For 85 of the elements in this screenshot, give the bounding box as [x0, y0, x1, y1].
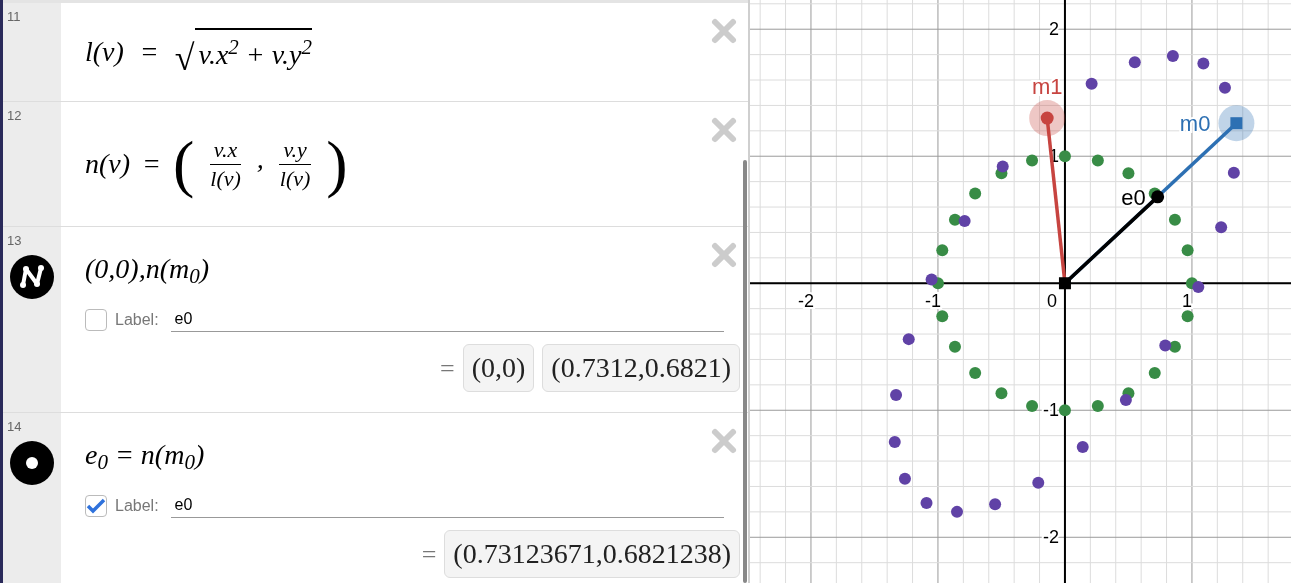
data-point [1166, 49, 1179, 62]
data-point [1026, 154, 1039, 167]
checkmark-icon [86, 497, 106, 514]
data-point [989, 498, 1002, 511]
label-caption: Label: [115, 309, 159, 330]
data-point [995, 387, 1008, 400]
data-point [1058, 404, 1071, 417]
x-tick-label: -2 [797, 291, 814, 312]
point-label: m1 [1031, 74, 1063, 100]
data-point [1122, 167, 1135, 180]
data-point [1181, 244, 1194, 257]
x-tick-label: -1 [924, 291, 941, 312]
drag-handle[interactable] [1218, 105, 1255, 142]
result-value[interactable]: (0.7312,0.6821) [542, 344, 740, 392]
data-point [888, 436, 901, 448]
data-point [1148, 367, 1161, 380]
data-point [936, 244, 949, 257]
data-point [951, 505, 963, 518]
x-tick-label: 1 [1181, 291, 1192, 312]
data-point [969, 367, 982, 380]
data-point [1085, 77, 1098, 90]
data-point [1218, 81, 1231, 94]
data-point [1215, 221, 1228, 234]
parenthesis: ( [173, 132, 195, 196]
point-marker[interactable] [1040, 111, 1054, 125]
point-icon[interactable] [10, 440, 54, 485]
data-point [958, 215, 971, 227]
data-point [969, 187, 982, 200]
row-number: 12 [6, 107, 22, 125]
point-label: m0 [1179, 111, 1211, 137]
data-point [948, 340, 961, 353]
equals-sign: = [421, 538, 437, 571]
origin-marker [1058, 277, 1071, 290]
data-point [1197, 57, 1210, 70]
data-point [1091, 399, 1104, 412]
label-field[interactable]: e0 [170, 307, 724, 332]
function-name: l(v) [85, 35, 124, 69]
data-point [1181, 310, 1194, 323]
data-point [996, 160, 1009, 173]
data-point [1091, 154, 1104, 167]
fraction: v.y l(v) [278, 136, 312, 192]
scrollbar[interactable] [743, 160, 747, 583]
result-value[interactable]: (0.73123671,0.6821238) [444, 530, 740, 578]
data-point [1128, 56, 1141, 69]
y-tick-label: -1 [1042, 400, 1059, 421]
data-point [1227, 166, 1240, 179]
expression: e$_{0}$ = n(m$_{0}$) [85, 438, 205, 476]
x-tick-label: 0 [1046, 291, 1057, 312]
label-caption: Label: [115, 495, 159, 516]
result-value[interactable]: (0,0) [462, 344, 535, 392]
expression: (0,0),n(m$_{0}$) [85, 252, 210, 290]
equals-sign: = [142, 147, 161, 181]
data-point [890, 389, 903, 401]
row-number: 14 [6, 418, 22, 436]
y-tick-label: -2 [1042, 527, 1059, 548]
function-name: n(v) [85, 147, 131, 181]
label-checkbox[interactable] [85, 308, 107, 331]
row-number: 11 [6, 8, 21, 26]
data-point [936, 310, 949, 323]
y-tick-label: 2 [1048, 19, 1059, 40]
data-point [1076, 441, 1089, 454]
data-point [1119, 394, 1132, 407]
data-point [1159, 339, 1172, 352]
data-point [1058, 150, 1071, 163]
row-number: 13 [6, 232, 22, 250]
data-point [1168, 213, 1181, 226]
comma: , [256, 142, 264, 176]
data-point [1192, 281, 1205, 294]
point-marker[interactable] [1230, 117, 1243, 130]
data-point [925, 273, 938, 286]
data-point [920, 497, 933, 509]
radical-sign: √ [174, 40, 195, 76]
equals-sign: = [440, 352, 455, 385]
label-checkbox[interactable] [85, 494, 107, 517]
polyline-icon[interactable] [10, 254, 54, 299]
fraction: v.x l(v) [208, 136, 243, 192]
data-point [948, 213, 961, 226]
data-point [898, 472, 911, 485]
point-marker[interactable] [1151, 190, 1165, 204]
equals-sign: = [139, 35, 159, 69]
point-label: e0 [1121, 184, 1146, 210]
label-field[interactable]: e0 [170, 493, 724, 518]
data-point [1026, 399, 1039, 412]
data-point [1032, 476, 1045, 489]
data-point [902, 333, 915, 346]
